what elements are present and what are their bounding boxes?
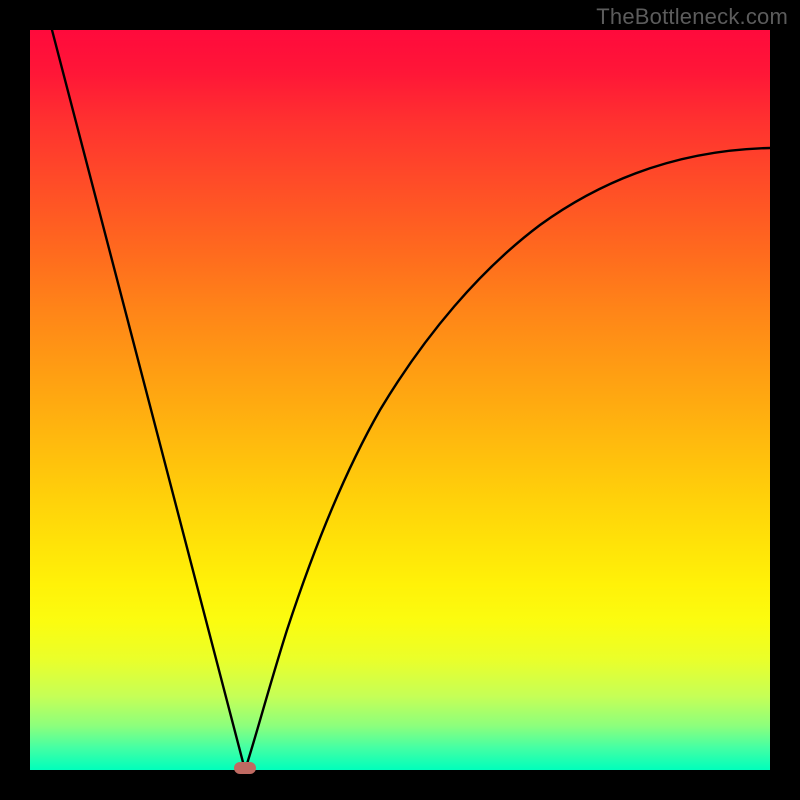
plot-area bbox=[30, 30, 770, 770]
curve-left-branch bbox=[52, 30, 245, 770]
bottleneck-curve bbox=[30, 30, 770, 770]
chart-frame: TheBottleneck.com bbox=[0, 0, 800, 800]
curve-right-branch bbox=[245, 148, 770, 770]
minimum-marker bbox=[234, 762, 256, 774]
watermark-text: TheBottleneck.com bbox=[596, 4, 788, 30]
